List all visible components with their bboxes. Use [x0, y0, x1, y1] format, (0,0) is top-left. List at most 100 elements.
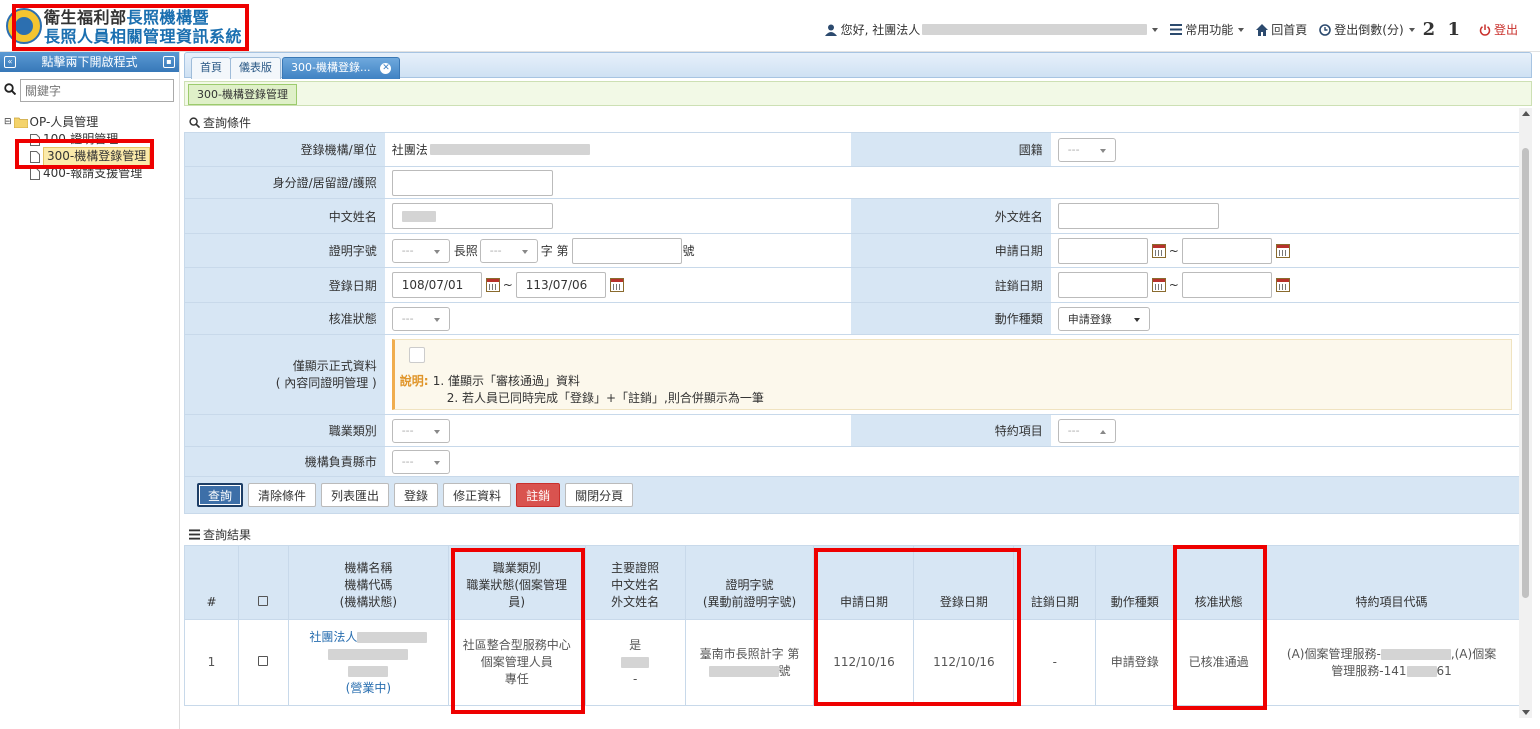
sidebar-header-label: 點擊兩下開啟程式 — [41, 55, 138, 69]
register-button[interactable]: 登錄 — [394, 483, 439, 507]
calendar-icon[interactable] — [609, 278, 624, 292]
select-placeholder: --- — [1067, 424, 1080, 437]
tree-node-org-registration[interactable]: 300-機構登錄管理 — [4, 147, 151, 166]
edit-button[interactable]: 修正資料 — [443, 483, 512, 507]
special-code-redacted — [1406, 665, 1437, 677]
nationality-select[interactable]: --- — [1057, 137, 1116, 162]
county-select[interactable]: --- — [391, 449, 450, 474]
cell-select — [237, 619, 289, 706]
sidebar-search — [4, 79, 174, 103]
col-reg-date[interactable]: 登錄日期 — [913, 545, 1015, 620]
col-org[interactable]: 機構名稱 機構代碼 (機構狀態) — [287, 545, 449, 620]
reg-date-cell: 108/07/01 ~ 113/07/06 — [384, 268, 851, 302]
select-placeholder: --- — [401, 312, 414, 325]
date-range-separator: ~ — [1168, 278, 1179, 292]
formal-data-checkbox[interactable] — [408, 347, 425, 363]
calendar-icon[interactable] — [1275, 278, 1290, 292]
col-apply-date[interactable]: 申請日期 — [813, 545, 915, 620]
apply-date-cell: ~ — [1050, 234, 1519, 267]
nationality-label: 國籍 — [851, 133, 1051, 166]
collapse-sidebar-icon[interactable]: « — [4, 56, 16, 68]
approval-select[interactable]: --- — [391, 306, 450, 331]
occupation-label: 職業類別 — [185, 415, 385, 446]
cert-city-select[interactable]: --- — [391, 238, 450, 263]
calendar-icon[interactable] — [1151, 243, 1166, 258]
query-button[interactable]: 查詢 — [197, 483, 244, 507]
tab-org-registration[interactable]: 300-機構登錄... ✕ — [282, 57, 401, 79]
tree-node-support-request[interactable]: 400-報請支援管理 — [4, 165, 150, 182]
collapse-icon[interactable]: ⊟ — [4, 114, 12, 131]
cert-number-input[interactable] — [571, 237, 682, 264]
sidebar-search-input[interactable] — [20, 79, 174, 102]
reg-date-from-value: 108/07/01 — [401, 278, 464, 292]
chevron-down-icon — [433, 249, 440, 254]
scroll-up-icon[interactable] — [1522, 111, 1530, 116]
apply-date-to-input[interactable] — [1181, 237, 1272, 264]
header-prev-cert-no: (異動前證明字號) — [702, 595, 797, 609]
subtab-org-registration[interactable]: 300-機構登錄管理 — [188, 84, 297, 105]
scroll-thumb[interactable] — [1522, 148, 1529, 598]
close-tab-button[interactable]: 關閉分頁 — [565, 483, 634, 507]
logout-button[interactable]: 登出 — [1479, 21, 1518, 38]
common-functions-menu[interactable]: 常用功能 — [1170, 21, 1245, 38]
file-icon — [30, 167, 40, 180]
logout-label: 登出 — [1493, 23, 1518, 37]
special-item-select[interactable]: --- — [1057, 418, 1116, 443]
tab-dashboard[interactable]: 儀表版 — [230, 57, 281, 79]
cell-approval: 已核准通過 — [1173, 619, 1265, 706]
occupation-select[interactable]: --- — [391, 418, 450, 443]
results-table: # 機構名稱 機構代碼 (機構狀態) 職業類別 職業狀態(個案管理 員) 主要證照 中文姓… — [184, 545, 1520, 706]
org-value-prefix: 社團法 — [391, 143, 428, 157]
row-checkbox[interactable] — [258, 656, 269, 666]
calendar-icon[interactable] — [1151, 278, 1166, 292]
reg-date-to-input[interactable]: 113/07/06 — [515, 272, 606, 298]
cancel-registration-button[interactable]: 註銷 — [516, 483, 561, 507]
cert-number-redacted — [708, 665, 779, 677]
logout-countdown[interactable]: 登出倒數(分) 2 1 — [1319, 19, 1463, 40]
close-icon[interactable]: ✕ — [380, 62, 392, 74]
tab-home[interactable]: 首頁 — [191, 57, 231, 79]
table-row[interactable]: 1 社團法人 (營業中) 社區整合型服務中心 個案管理人員 專任 是 - 臺南市… — [184, 619, 1520, 706]
calendar-icon[interactable] — [485, 278, 500, 292]
action-type-select[interactable]: 申請登錄 — [1057, 306, 1150, 331]
col-cancel-date[interactable]: 註銷日期 — [1013, 545, 1097, 620]
clear-button[interactable]: 清除條件 — [248, 483, 317, 507]
cell-occupation: 社區整合型服務中心 個案管理人員 專任 — [447, 619, 586, 706]
user-name-redacted — [922, 24, 1148, 35]
tree-node-op-personnel[interactable]: ⊟ OP-人員管理 — [4, 114, 150, 131]
col-action-type[interactable]: 動作種類 — [1095, 545, 1175, 620]
col-special-code[interactable]: 特約項目代碼 — [1263, 545, 1520, 620]
cancel-date-from-input[interactable] — [1057, 272, 1148, 298]
col-occupation[interactable]: 職業類別 職業狀態(個案管理 員) — [447, 545, 586, 620]
user-menu[interactable]: 您好, 社團法人 — [824, 21, 1159, 38]
scroll-down-icon[interactable] — [1522, 710, 1530, 715]
formal-data-label-line1: 僅顯示正式資料 — [292, 358, 377, 373]
pin-icon[interactable]: ▪ — [163, 56, 175, 68]
select-all-checkbox[interactable] — [258, 596, 269, 606]
chinese-name-input[interactable] — [391, 203, 553, 229]
vertical-scrollbar[interactable] — [1519, 108, 1532, 718]
chevron-down-icon — [1152, 27, 1159, 32]
cert-type-select[interactable]: --- — [479, 238, 538, 263]
foreign-name-input[interactable] — [1057, 203, 1219, 229]
cancel-date-to-input[interactable] — [1181, 272, 1272, 298]
special-code-redacted — [1380, 648, 1451, 660]
export-button[interactable]: 列表匯出 — [321, 483, 390, 507]
col-main-license[interactable]: 主要證照 中文姓名 外文姓名 — [584, 545, 686, 620]
ministry-logo — [6, 8, 42, 44]
apply-date-from-input[interactable] — [1057, 237, 1148, 264]
countdown-label: 登出倒數(分) — [1334, 23, 1404, 37]
calendar-icon[interactable] — [1275, 243, 1290, 258]
col-cert[interactable]: 證明字號 (異動前證明字號) — [684, 545, 815, 620]
cell-main-license: 是 - — [584, 619, 686, 706]
id-input[interactable] — [391, 169, 553, 196]
home-link[interactable]: 回首頁 — [1256, 21, 1307, 38]
col-approval[interactable]: 核准狀態 — [1173, 545, 1265, 620]
org-name-link[interactable]: 社團法人 — [309, 630, 357, 644]
power-icon — [1479, 24, 1491, 36]
tree-node-cert-mgmt[interactable]: 100-證明管理 — [4, 131, 150, 148]
user-greeting: 您好, 社團法人 — [840, 23, 921, 37]
reg-date-from-input[interactable]: 108/07/01 — [391, 272, 482, 298]
cell-num: 1 — [184, 619, 239, 706]
app-header: 衛生福利部長照機構暨 長照人員相關管理資訊系統 您好, 社團法人 常用功能 回首… — [0, 0, 1540, 52]
